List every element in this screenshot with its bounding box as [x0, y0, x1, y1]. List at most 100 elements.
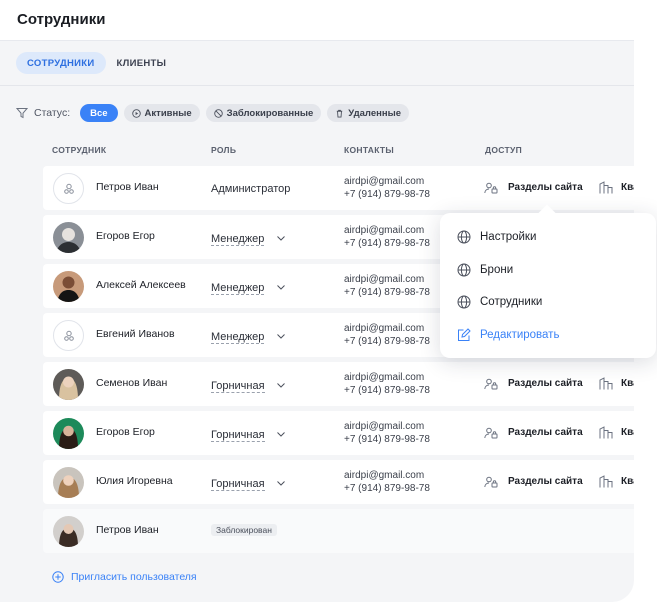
table-row[interactable]: Юлия Игоревна Горничная airdpi@gmail.com…	[43, 460, 634, 504]
employee-email: airdpi@gmail.com	[344, 372, 425, 383]
employee-phone: +7 (914) 879-98-78	[344, 189, 430, 200]
access-sections[interactable]: Разделы сайта	[508, 182, 583, 193]
table-row[interactable]: Петров Иван Заблокирован	[43, 509, 634, 553]
filter-chip-all[interactable]: Все	[80, 104, 118, 122]
access-sections[interactable]: Разделы сайта	[508, 378, 583, 389]
trash-icon	[335, 109, 344, 118]
access-apartments[interactable]: Ква	[621, 476, 634, 487]
filter-chip-blocked[interactable]: Заблокированные	[205, 104, 322, 122]
role-select[interactable]: Горничная	[211, 380, 265, 393]
avatar	[53, 271, 84, 302]
column-employee[interactable]: СОТРУДНИК	[52, 145, 106, 155]
play-circle-icon	[131, 108, 141, 118]
employee-email: airdpi@gmail.com	[344, 225, 425, 236]
column-access[interactable]: ДОСТУП	[485, 145, 522, 155]
avatar	[53, 418, 84, 449]
globe-icon	[457, 230, 471, 244]
filter-chip-active[interactable]: Активные	[123, 104, 200, 122]
employee-phone: +7 (914) 879-98-78	[344, 385, 430, 396]
top-bar: Сотрудники	[0, 0, 634, 41]
tab-employees[interactable]: СОТРУДНИКИ	[16, 52, 106, 74]
access-sections[interactable]: Разделы сайта	[508, 476, 583, 487]
menu-item-label: Настройки	[480, 231, 537, 243]
chevron-down-icon[interactable]	[276, 380, 286, 390]
employee-name: Егоров Егор	[96, 230, 155, 242]
filter-icon	[16, 107, 28, 119]
menu-item-label: Редактировать	[480, 329, 560, 341]
employee-phone: +7 (914) 879-98-78	[344, 483, 430, 494]
menu-item-edit[interactable]: Редактировать	[457, 327, 559, 343]
menu-item-label: Брони	[480, 264, 514, 276]
building-icon	[599, 181, 613, 194]
chevron-down-icon[interactable]	[276, 429, 286, 439]
employee-email: airdpi@gmail.com	[344, 176, 425, 187]
employee-phone: +7 (914) 879-98-78	[344, 287, 430, 298]
employee-name: Егоров Егор	[96, 426, 155, 438]
globe-icon	[457, 263, 471, 277]
access-sections[interactable]: Разделы сайта	[508, 427, 583, 438]
invite-user-button[interactable]: Пригласить пользователя	[52, 570, 202, 584]
menu-item-settings[interactable]: Настройки	[457, 229, 536, 245]
user-icon	[63, 330, 74, 341]
chevron-down-icon[interactable]	[276, 478, 286, 488]
invite-label: Пригласить пользователя	[71, 571, 197, 583]
building-icon	[599, 377, 613, 390]
chevron-down-icon[interactable]	[276, 282, 286, 292]
access-apartments[interactable]: Ква	[621, 427, 634, 438]
chevron-down-icon[interactable]	[276, 331, 286, 341]
status-filter-bar: Статус: Все Активные Заблокированные Уда…	[16, 104, 409, 122]
employee-role: Администратор	[211, 183, 291, 195]
role-select[interactable]: Горничная	[211, 429, 265, 442]
role-select[interactable]: Менеджер	[211, 331, 265, 344]
employee-name: Петров Иван	[96, 524, 159, 536]
chip-label: Удаленные	[348, 107, 401, 119]
chip-label: Все	[90, 107, 108, 119]
employee-phone: +7 (914) 879-98-78	[344, 238, 430, 249]
column-contacts[interactable]: КОНТАКТЫ	[344, 145, 394, 155]
filter-chip-deleted[interactable]: Удаленные	[327, 104, 409, 122]
plus-circle-icon	[52, 571, 64, 583]
user-icon	[63, 183, 74, 194]
user-lock-icon	[484, 476, 498, 488]
building-icon	[599, 426, 613, 439]
user-lock-icon	[484, 427, 498, 439]
employee-email: airdpi@gmail.com	[344, 323, 425, 334]
role-select[interactable]: Менеджер	[211, 282, 265, 295]
avatar	[53, 516, 84, 547]
status-badge: Заблокирован	[211, 524, 277, 536]
employee-email: airdpi@gmail.com	[344, 274, 425, 285]
table-row[interactable]: Семенов Иван Горничная airdpi@gmail.com …	[43, 362, 634, 406]
user-lock-icon	[484, 182, 498, 194]
employee-name: Петров Иван	[96, 181, 159, 193]
access-apartments[interactable]: Ква	[621, 182, 634, 193]
avatar-placeholder	[53, 173, 84, 204]
avatar	[53, 222, 84, 253]
menu-item-label: Сотрудники	[480, 296, 543, 308]
role-select[interactable]: Менеджер	[211, 233, 265, 246]
employee-name: Юлия Игоревна	[96, 475, 173, 487]
tab-clients[interactable]: КЛИЕНТЫ	[114, 52, 170, 74]
menu-item-bookings[interactable]: Брони	[457, 262, 513, 278]
avatar	[53, 369, 84, 400]
tabs-divider	[0, 85, 634, 86]
column-role[interactable]: РОЛЬ	[211, 145, 236, 155]
user-lock-icon	[484, 378, 498, 390]
menu-item-employees[interactable]: Сотрудники	[457, 294, 542, 310]
table-row[interactable]: Егоров Егор Горничная airdpi@gmail.com +…	[43, 411, 634, 455]
tab-bar: СОТРУДНИКИ КЛИЕНТЫ	[16, 52, 169, 74]
filter-label: Статус:	[34, 107, 71, 119]
avatar	[53, 467, 84, 498]
table-row[interactable]: Петров Иван Администратор airdpi@gmail.c…	[43, 166, 634, 210]
access-apartments[interactable]: Ква	[621, 378, 634, 389]
edit-icon	[458, 328, 471, 341]
page-title: Сотрудники	[17, 11, 106, 28]
employee-name: Семенов Иван	[96, 377, 168, 389]
role-select[interactable]: Горничная	[211, 478, 265, 491]
chevron-down-icon[interactable]	[276, 233, 286, 243]
employee-email: airdpi@gmail.com	[344, 421, 425, 432]
chip-label: Активные	[144, 107, 192, 119]
table-header: СОТРУДНИК РОЛЬ КОНТАКТЫ ДОСТУП	[0, 145, 634, 157]
employee-name: Евгений Иванов	[96, 328, 175, 340]
chip-label: Заблокированные	[226, 107, 314, 119]
block-icon	[213, 108, 223, 118]
